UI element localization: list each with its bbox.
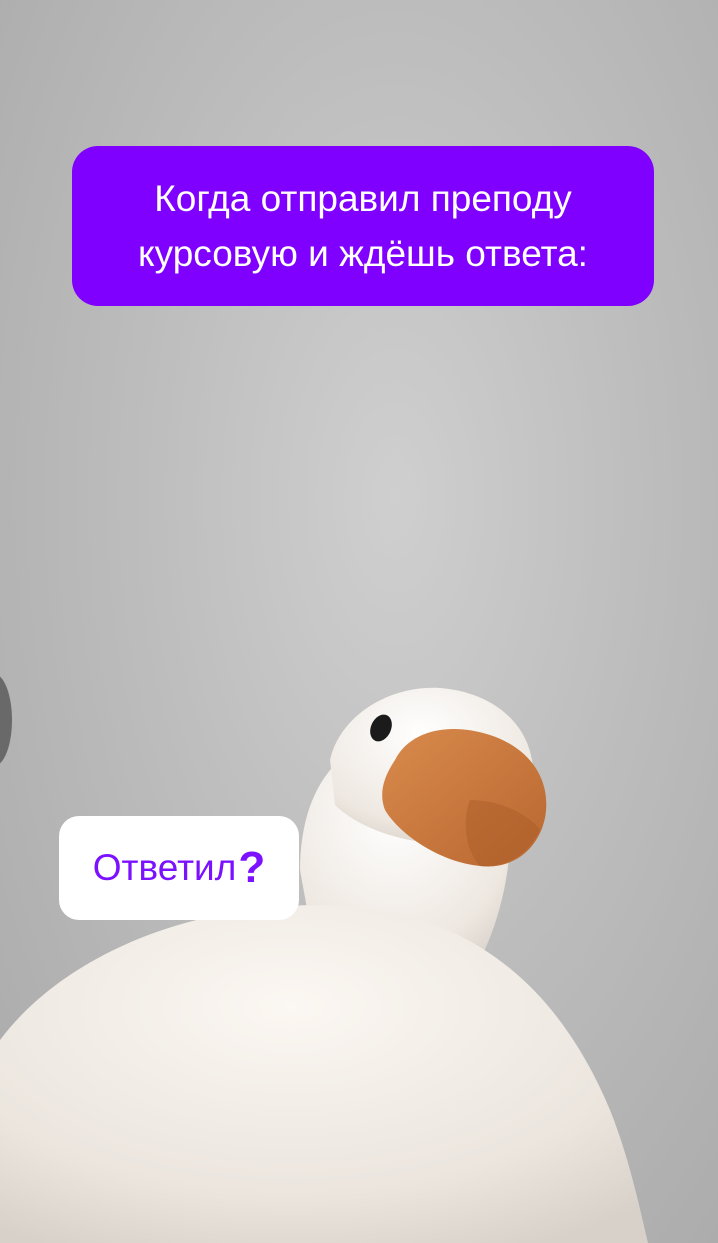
meme-caption: Когда отправил преподу курсовую и ждёшь … — [72, 146, 654, 306]
duck-body — [0, 905, 648, 1243]
reply-text: Ответил — [92, 847, 237, 888]
reply-bubble: Ответил? — [59, 816, 299, 920]
caption-line-1: Когда отправил преподу — [154, 178, 572, 219]
reply-question-mark: ? — [238, 843, 266, 892]
left-edge-shadow — [0, 676, 12, 764]
caption-line-2: курсовую и ждёшь ответа: — [138, 233, 588, 274]
